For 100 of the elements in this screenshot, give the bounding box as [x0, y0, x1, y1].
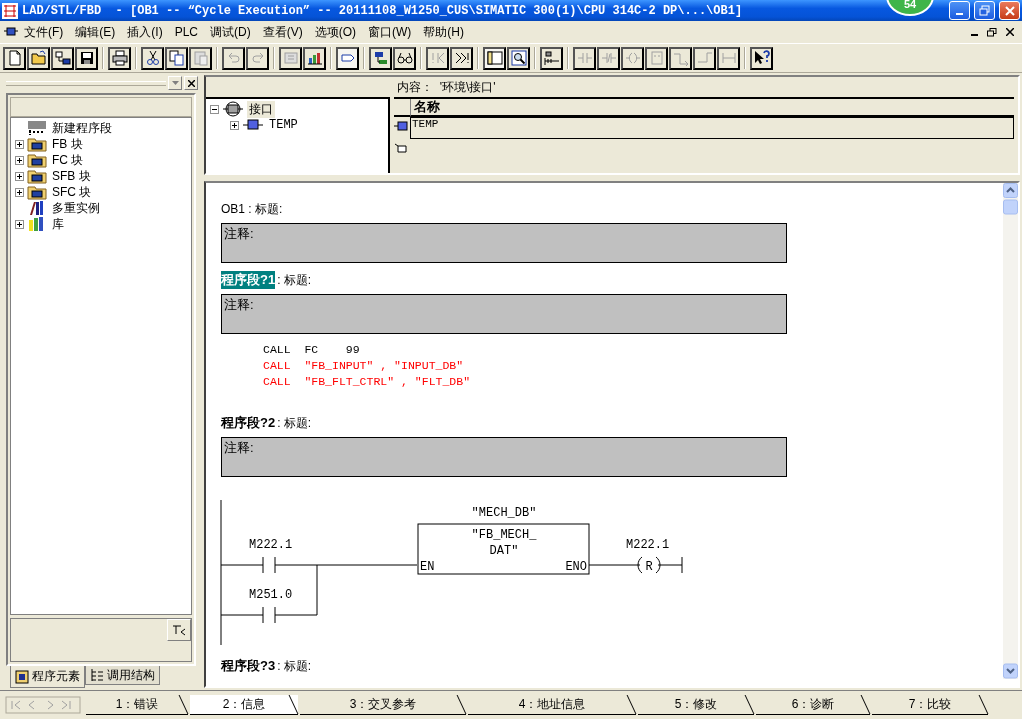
network-icon: [54, 50, 71, 66]
comment-field[interactable]: 注释:: [221, 437, 787, 477]
instance-name: "MECH_DB": [471, 506, 537, 520]
output-tab[interactable]: 3：交叉参考: [300, 695, 466, 715]
output-tab[interactable]: 7：比较: [872, 695, 988, 715]
toolbar-button[interactable]: [51, 46, 74, 70]
tree-item[interactable]: FC 块: [50, 151, 86, 169]
folder-icon: [27, 184, 47, 200]
block-name: "FB_MECH_: [471, 528, 537, 542]
code-line: CALL "FB_INPUT" , "INPUT_DB": [263, 358, 465, 374]
toolbar-button[interactable]: [369, 46, 392, 70]
printer-icon: [111, 50, 128, 66]
scissors-icon: [144, 50, 161, 66]
minimize-icon: [970, 34, 978, 36]
close-button[interactable]: [184, 76, 198, 90]
scrollbar[interactable]: [1003, 183, 1018, 679]
tree-item[interactable]: SFC 块: [50, 183, 94, 201]
expand-icon[interactable]: [15, 139, 24, 149]
tree-item[interactable]: 库: [50, 215, 66, 233]
table-cell[interactable]: TEMP: [410, 117, 1014, 139]
tree-item[interactable]: FB 块: [50, 135, 85, 153]
output-tab[interactable]: 4：地址信息: [468, 695, 636, 715]
network-label[interactable]: 程序段?3: [221, 657, 276, 675]
expand-icon[interactable]: [230, 120, 239, 130]
contact-icon: [576, 50, 593, 66]
magnifier-icon: [510, 50, 527, 66]
toolbar-button[interactable]: [3, 46, 26, 70]
network-icon: [27, 120, 47, 136]
menu-item[interactable]: PLC: [168, 23, 204, 41]
folder-icon: [27, 168, 47, 184]
tree-item[interactable]: 多重实例: [50, 199, 102, 217]
tree-item[interactable]: SFB 块: [50, 167, 93, 185]
panel-tab[interactable]: 调用结构: [85, 666, 160, 685]
toolbar-button[interactable]: [483, 46, 506, 70]
menu-item[interactable]: 插入(I): [121, 21, 169, 43]
expand-icon[interactable]: [15, 187, 24, 197]
jump-icon: [172, 624, 186, 636]
caret-icon: [171, 81, 179, 85]
output-tab[interactable]: 6：诊断: [756, 695, 870, 715]
coil-symbol: [637, 556, 661, 574]
window-icon: [486, 50, 503, 66]
toolbar-button[interactable]: [27, 46, 50, 70]
menu-item[interactable]: 编辑(E): [69, 21, 122, 43]
expand-icon[interactable]: [15, 155, 24, 165]
toolbar-button[interactable]: [540, 46, 563, 70]
output-tab[interactable]: 1：错误: [86, 695, 188, 715]
hierarchy-icon: [90, 668, 104, 682]
coil-icon: [624, 50, 641, 66]
restore-button[interactable]: [984, 25, 1000, 39]
jump-button[interactable]: [167, 619, 191, 641]
menu-item[interactable]: 选项(O): [308, 21, 362, 43]
contact-symbol: [262, 556, 276, 574]
window-title: LAD/STL/FBD - [OB1 -- “Cycle Execution” -- 20111108_W1250_CUS\SIMATIC 300(1)\CPU 314C-2 DP\...\OB1]: [22, 3, 743, 18]
box-icon: [648, 50, 665, 66]
toolbar-button[interactable]: [507, 46, 530, 70]
network-label[interactable]: 程序段?2: [221, 414, 276, 432]
tree-item[interactable]: 接口: [247, 100, 275, 118]
close-icon: [1004, 5, 1015, 16]
panel-tab[interactable]: 程序元素: [10, 666, 85, 688]
contact-address: M251.0: [249, 588, 293, 602]
output-tab[interactable]: 2：信息: [190, 695, 298, 715]
menu-item[interactable]: 帮助(H): [417, 21, 470, 43]
toolbar-button[interactable]: [108, 46, 131, 70]
comment-field[interactable]: 注释:: [221, 294, 787, 334]
redo-icon: [249, 50, 266, 66]
output-tab[interactable]: 5：修改: [638, 695, 754, 715]
toolbar-button[interactable]: [450, 46, 473, 70]
block-icon: [15, 669, 29, 684]
expand-icon[interactable]: [15, 219, 24, 229]
menu-item[interactable]: 调试(D): [204, 21, 257, 43]
copy-icon: [168, 50, 185, 66]
folder-icon: [27, 152, 47, 168]
toolbar-button[interactable]: [75, 46, 98, 70]
network-label[interactable]: 程序段?1: [221, 271, 276, 289]
branch-close-icon: [696, 50, 713, 66]
previous-error-icon: [429, 50, 446, 66]
help-cursor-icon: [753, 50, 770, 66]
dropdown-button[interactable]: [168, 76, 182, 90]
tree-item[interactable]: 新建程序段: [50, 119, 114, 137]
toolbar-button[interactable]: [165, 46, 188, 70]
network-title: : 标题:: [277, 271, 312, 289]
toolbar-button[interactable]: [303, 46, 326, 70]
contact-address: M222.1: [249, 538, 293, 552]
menu-item[interactable]: 文件(F): [18, 21, 70, 43]
pin-label: EN: [420, 560, 435, 574]
close-icon: [187, 79, 195, 87]
tree-item[interactable]: TEMP: [267, 118, 300, 132]
toolbar-button[interactable]: [336, 46, 359, 70]
comment-field[interactable]: 注释:: [221, 223, 787, 263]
ladder-icon: [543, 50, 560, 66]
menu-item[interactable]: 窗口(W): [362, 21, 418, 43]
code-line: CALL "FB_FLT_CTRL" , "FLT_DB": [263, 374, 472, 390]
toolbar-button[interactable]: [750, 46, 773, 70]
expand-icon[interactable]: [15, 171, 24, 181]
menu-item[interactable]: 查看(V): [256, 21, 309, 43]
block-title: OB1 : 标题:: [221, 200, 283, 218]
toolbar-button[interactable]: [141, 46, 164, 70]
branch-open-icon: [672, 50, 689, 66]
collapse-icon[interactable]: [210, 104, 219, 114]
toolbar-button[interactable]: [393, 46, 416, 70]
